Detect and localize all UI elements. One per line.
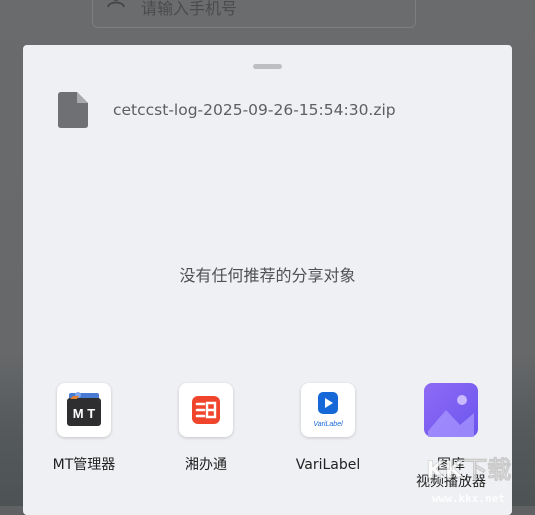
mt-manager-icon: M T [57,383,111,437]
phone-input[interactable]: 请输入手机号 [92,0,416,28]
svg-text:www.kkx.net: www.kkx.net [432,492,505,505]
xiangbantong-icon [179,383,233,437]
gallery-icon [424,383,478,437]
app-label: MT管理器 [52,457,116,473]
share-sheet: cetccst-log-2025-09-26-15:54:30.zip 没有任何… [23,45,512,515]
varilabel-icon-text: VariLabel [313,421,343,428]
svg-text:KK下载: KK下载 [426,456,511,484]
phone-input-placeholder: 请输入手机号 [141,0,238,18]
person-icon [107,0,125,7]
file-name: cetccst-log-2025-09-26-15:54:30.zip [113,101,396,119]
watermark-logo: KK下载 www.kkx.net [426,456,512,505]
app-label: 湘办通 [185,457,227,473]
svg-text:M T: M T [73,406,95,421]
share-target-varilabel[interactable]: VariLabel VariLabel [273,383,383,503]
drag-handle[interactable] [253,64,282,69]
share-target-mt-manager[interactable]: M T MT管理器 [29,383,139,503]
share-target-xiangbantong[interactable]: 湘办通 [151,383,261,503]
app-label: VariLabel [295,457,361,473]
empty-recommendations-message: 没有任何推荐的分享对象 [179,266,356,285]
file-icon [58,92,88,128]
varilabel-icon: VariLabel [301,383,355,437]
